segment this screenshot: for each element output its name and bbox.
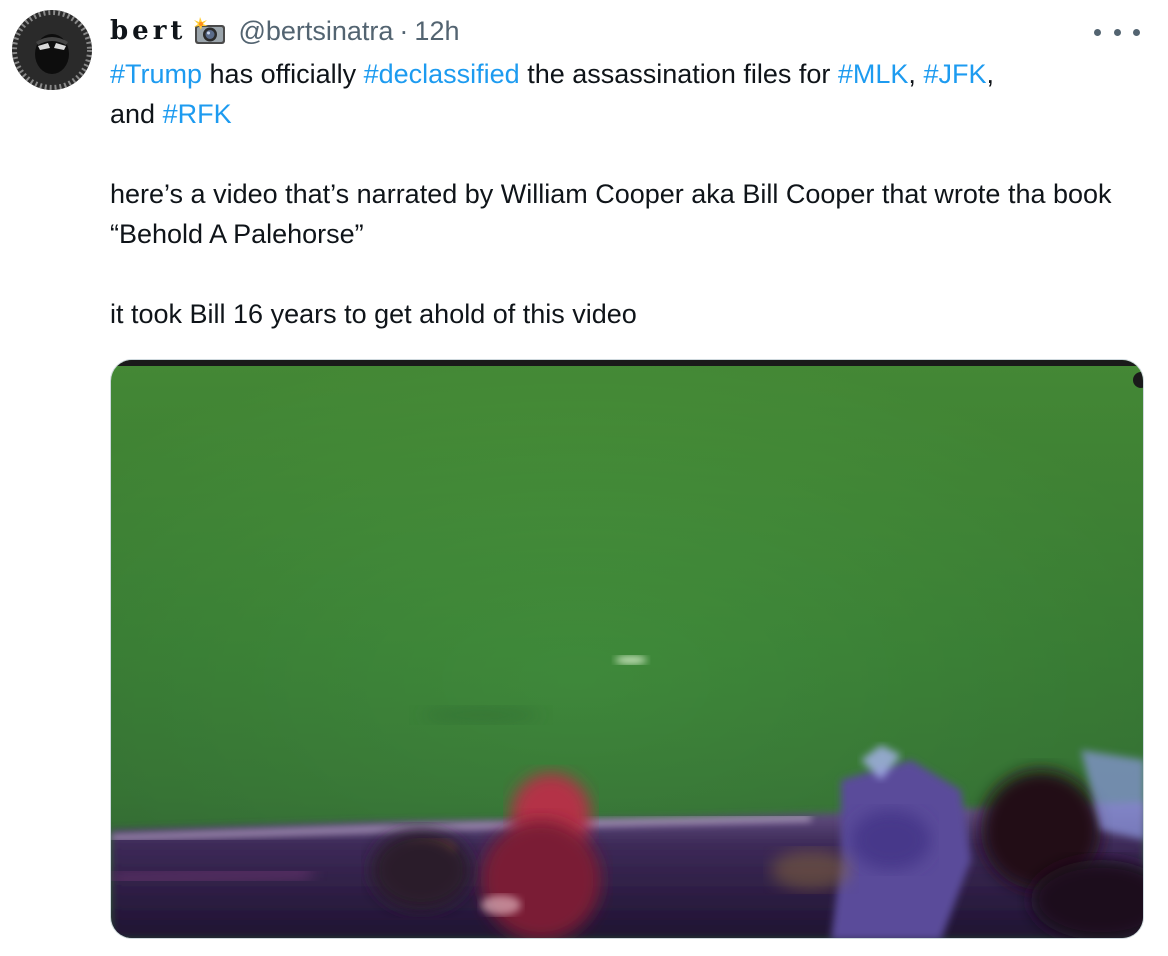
hashtag-trump[interactable]: #Trump [110, 59, 202, 89]
separator-dot: · [399, 15, 409, 46]
more-horizontal-icon[interactable] [1094, 22, 1140, 42]
text-segment: the assassination files for [519, 59, 838, 89]
display-name[interactable]: bert [110, 16, 186, 46]
video-media[interactable] [110, 359, 1144, 939]
tweet-paragraph-3: it took Bill 16 years to get ahold of th… [110, 299, 637, 329]
tweet-text: #Trump has officially #declassified the … [110, 54, 1150, 334]
video-frame [111, 360, 1143, 938]
avatar-image [12, 10, 92, 90]
text-segment: has officially [202, 59, 364, 89]
user-handle[interactable]: @bertsinatra [238, 16, 393, 47]
hashtag-rfk[interactable]: #RFK [163, 99, 232, 129]
camera-flash-icon [192, 16, 228, 46]
tweet-card[interactable]: bert @bertsinatra · 12h #Trump has offic… [0, 0, 1168, 956]
tweet-paragraph-1: #Trump has officially #declassified the … [110, 54, 1150, 134]
hashtag-declassified[interactable]: #declassified [364, 59, 520, 89]
tweet-paragraph-2: here’s a video that’s narrated by Willia… [110, 179, 1112, 249]
hashtag-jfk[interactable]: #JFK [923, 59, 986, 89]
tweet-header: bert @bertsinatra · 12h [110, 12, 459, 50]
hashtag-mlk[interactable]: #MLK [838, 59, 909, 89]
text-segment: and [110, 99, 163, 129]
text-segment: , [986, 59, 994, 89]
avatar[interactable] [12, 10, 92, 90]
text-segment: , [908, 59, 924, 89]
timestamp[interactable]: 12h [414, 16, 459, 47]
